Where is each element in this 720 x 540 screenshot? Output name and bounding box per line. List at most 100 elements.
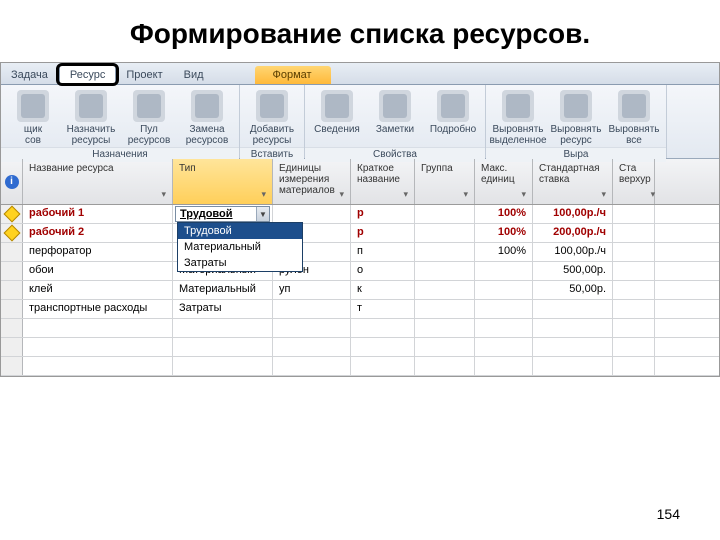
cell-empty[interactable] — [613, 319, 655, 337]
col-over[interactable]: Ста верхур▾ — [613, 159, 655, 204]
cell-empty[interactable] — [613, 357, 655, 375]
cell-rate[interactable]: 200,00р./ч — [533, 224, 613, 242]
table-row[interactable]: транспортные расходыЗатраты т — [1, 300, 719, 319]
cell-max[interactable]: 100% — [475, 205, 533, 223]
ribbon-btn-notes[interactable]: Заметки — [367, 87, 423, 147]
cell-rate[interactable]: 50,00р. — [533, 281, 613, 299]
ribbon-btn-details[interactable]: Подробно — [425, 87, 481, 147]
cell-over[interactable] — [613, 224, 655, 242]
cell-short[interactable]: о — [351, 262, 415, 280]
tab-task[interactable]: Задача — [1, 66, 59, 84]
cell-empty[interactable] — [415, 338, 475, 356]
type-dropdown[interactable]: ТрудовойМатериальныйЗатраты — [177, 222, 303, 272]
table-row[interactable]: перфораторп100%100,00р./ч — [1, 243, 719, 262]
cell-max[interactable] — [475, 262, 533, 280]
cell-group[interactable] — [415, 281, 475, 299]
cell-type[interactable]: Материальный — [173, 281, 273, 299]
cell-empty[interactable] — [475, 357, 533, 375]
cell-group[interactable] — [415, 300, 475, 318]
tab-resource[interactable]: Ресурс — [59, 65, 116, 85]
table-row-empty[interactable] — [1, 319, 719, 338]
cell-group[interactable] — [415, 224, 475, 242]
cell-empty[interactable] — [415, 319, 475, 337]
table-row[interactable]: клейМатериальныйупк 50,00р. — [1, 281, 719, 300]
cell-rate[interactable]: 500,00р. — [533, 262, 613, 280]
cell-empty[interactable] — [613, 338, 655, 356]
table-row[interactable]: обоиМатериальныйрулоно500,00р. — [1, 262, 719, 281]
ribbon-btn-add[interactable]: Добавить ресурсы — [244, 87, 300, 147]
col-name[interactable]: Название ресурса▾ — [23, 159, 173, 204]
cell-empty[interactable] — [475, 319, 533, 337]
table-row[interactable]: рабочий 2 р 100%200,00р./ч — [1, 224, 719, 243]
cell-empty[interactable] — [173, 319, 273, 337]
cell-empty[interactable] — [351, 357, 415, 375]
table-row[interactable]: рабочий 1Трудовой▼ р 100%100,00р./ч — [1, 205, 719, 224]
cell-group[interactable] — [415, 243, 475, 261]
cell-short[interactable]: р — [351, 205, 415, 223]
cell-empty[interactable] — [273, 357, 351, 375]
cell-group[interactable] — [415, 205, 475, 223]
ribbon-btn-info[interactable]: Сведения — [309, 87, 365, 147]
cell-empty[interactable] — [533, 319, 613, 337]
cell-short[interactable]: п — [351, 243, 415, 261]
dropdown-option[interactable]: Трудовой — [178, 223, 302, 239]
ribbon-btn-replace[interactable]: Замена ресурсов — [179, 87, 235, 147]
cell-unit[interactable]: уп — [273, 281, 351, 299]
col-type[interactable]: Тип▾ — [173, 159, 273, 204]
cell-empty[interactable] — [273, 338, 351, 356]
col-group[interactable]: Группа▾ — [415, 159, 475, 204]
cell-empty[interactable] — [533, 357, 613, 375]
dropdown-option[interactable]: Затраты — [178, 255, 302, 271]
ribbon-btn-planner[interactable]: щик сов — [5, 87, 61, 147]
cell-max[interactable]: 100% — [475, 243, 533, 261]
cell-empty[interactable] — [415, 357, 475, 375]
col-rate[interactable]: Стандартная ставка▾ — [533, 159, 613, 204]
cell-empty[interactable] — [533, 338, 613, 356]
cell-short[interactable]: р — [351, 224, 415, 242]
table-row-empty[interactable] — [1, 357, 719, 376]
cell-max[interactable] — [475, 281, 533, 299]
cell-type[interactable]: Затраты — [173, 300, 273, 318]
ribbon-btn-lvl-all[interactable]: Выровнять все — [606, 87, 662, 147]
cell-empty[interactable] — [173, 357, 273, 375]
cell-empty[interactable] — [23, 319, 173, 337]
cell-over[interactable] — [613, 300, 655, 318]
cell-name[interactable]: рабочий 2 — [23, 224, 173, 242]
cell-rate[interactable] — [533, 300, 613, 318]
cell-empty[interactable] — [23, 338, 173, 356]
cell-empty[interactable] — [23, 357, 173, 375]
cell-empty[interactable] — [475, 338, 533, 356]
cell-unit[interactable] — [273, 205, 351, 223]
cell-empty[interactable] — [273, 319, 351, 337]
cell-over[interactable] — [613, 205, 655, 223]
cell-name[interactable]: клей — [23, 281, 173, 299]
ribbon-btn-lvl-res[interactable]: Выровнять ресурс — [548, 87, 604, 147]
dropdown-option[interactable]: Материальный — [178, 239, 302, 255]
cell-group[interactable] — [415, 262, 475, 280]
tab-format[interactable]: Формат — [255, 66, 331, 84]
cell-name[interactable]: рабочий 1 — [23, 205, 173, 223]
col-short[interactable]: Краткое название▾ — [351, 159, 415, 204]
cell-name[interactable]: транспортные расходы — [23, 300, 173, 318]
cell-short[interactable]: к — [351, 281, 415, 299]
cell-over[interactable] — [613, 281, 655, 299]
cell-name[interactable]: обои — [23, 262, 173, 280]
cell-max[interactable]: 100% — [475, 224, 533, 242]
cell-empty[interactable] — [173, 338, 273, 356]
chevron-down-icon[interactable]: ▼ — [256, 207, 269, 221]
cell-rate[interactable]: 100,00р./ч — [533, 205, 613, 223]
col-max[interactable]: Макс. единиц▾ — [475, 159, 533, 204]
type-select[interactable]: Трудовой▼ — [175, 206, 270, 222]
cell-unit[interactable] — [273, 300, 351, 318]
cell-name[interactable]: перфоратор — [23, 243, 173, 261]
cell-max[interactable] — [475, 300, 533, 318]
cell-over[interactable] — [613, 243, 655, 261]
tab-project[interactable]: Проект — [116, 66, 173, 84]
cell-short[interactable]: т — [351, 300, 415, 318]
col-unit[interactable]: Единицы измерения материалов▾ — [273, 159, 351, 204]
cell-empty[interactable] — [351, 338, 415, 356]
ribbon-btn-lvl-sel[interactable]: Выровнять выделенное — [490, 87, 546, 147]
ribbon-btn-assign[interactable]: Назначить ресурсы — [63, 87, 119, 147]
tab-view[interactable]: Вид — [174, 66, 215, 84]
ribbon-btn-pool[interactable]: Пул ресурсов — [121, 87, 177, 147]
